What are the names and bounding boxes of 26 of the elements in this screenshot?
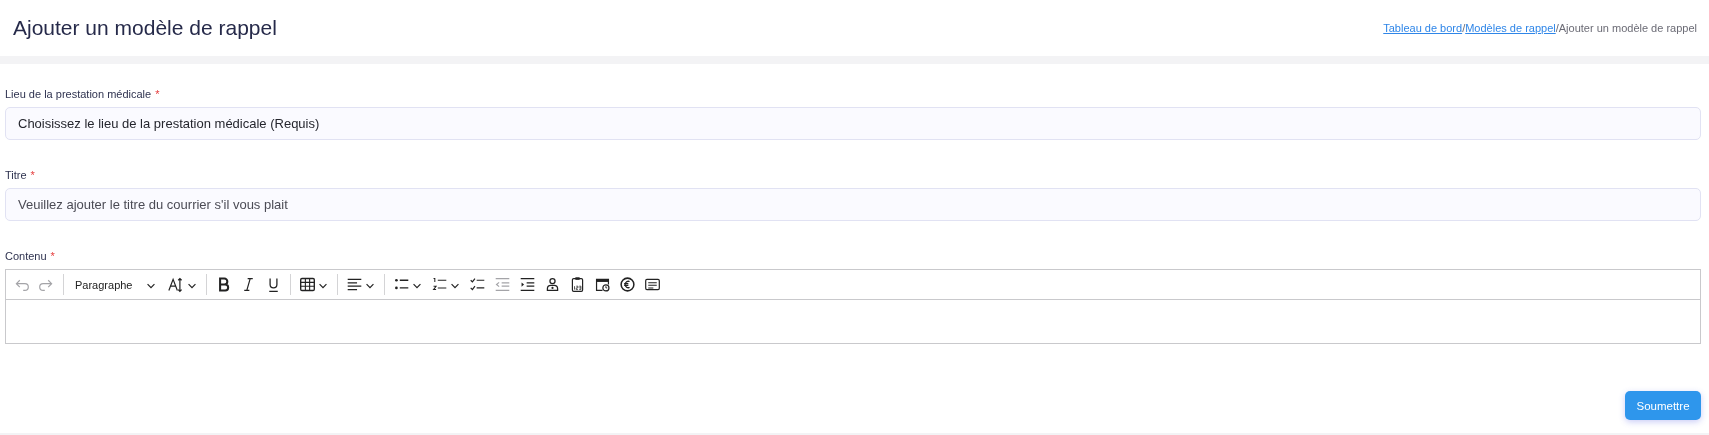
- required-mark: *: [155, 88, 160, 100]
- breadcrumb-link[interactable]: Tableau de bord: [1383, 22, 1463, 34]
- field-label: Titre: [5, 169, 27, 181]
- numbered-list-icon: [431, 276, 448, 293]
- clipboard-icon: [569, 276, 586, 293]
- field-label: Lieu de la prestation médicale: [5, 88, 152, 100]
- checklist-icon: [469, 276, 486, 293]
- person-icon: [544, 276, 561, 293]
- table-icon: [299, 276, 316, 293]
- breadcrumb-separator: /: [1555, 22, 1559, 34]
- euro-icon: [619, 276, 636, 293]
- select-field[interactable]: Choisissez le lieu de la prestation médicale (Requis): [5, 107, 1701, 140]
- page-title: Ajouter un modèle de rappel: [13, 16, 277, 40]
- breadcrumb-link[interactable]: Modèles de rappel: [1465, 22, 1556, 34]
- align-left-icon: [346, 276, 363, 293]
- breadcrumb-separator: /: [1462, 22, 1466, 34]
- required-mark: *: [50, 250, 55, 262]
- indent-icon: [519, 276, 536, 293]
- outdent-icon: [494, 276, 511, 293]
- paragraph-dropdown[interactable]: Paragraphe: [69, 278, 163, 291]
- input-field[interactable]: Veuillez ajouter le titre du courrier s'il vous plait: [5, 188, 1701, 221]
- calendar-clock-icon: [594, 276, 611, 293]
- field-label: Contenu: [5, 250, 47, 262]
- text-size-icon: [168, 276, 185, 293]
- text-box-icon: [644, 276, 661, 293]
- required-mark: *: [30, 169, 35, 181]
